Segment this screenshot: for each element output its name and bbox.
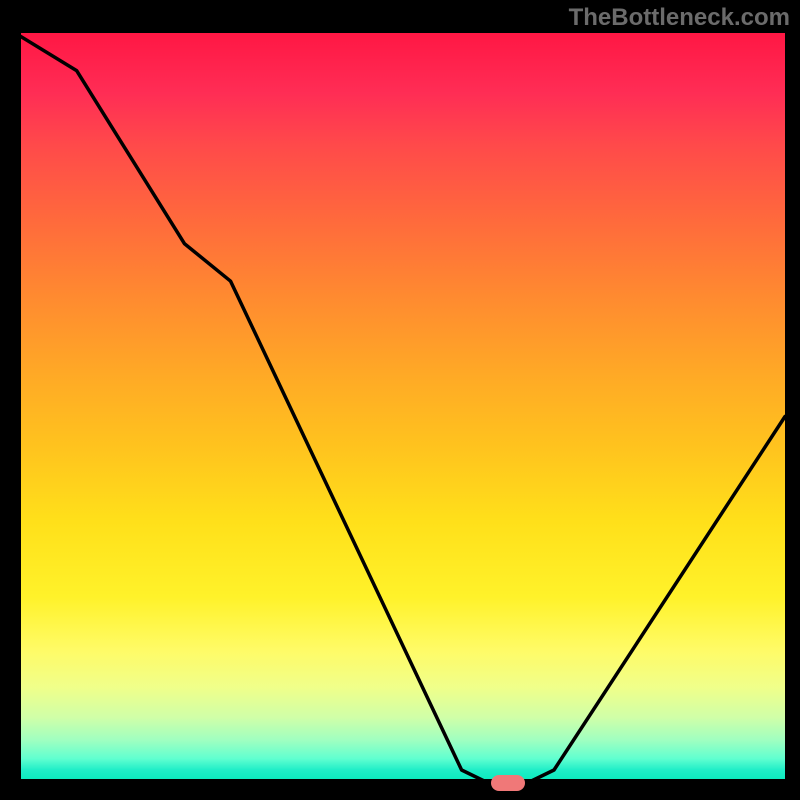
watermark-text: TheBottleneck.com — [569, 4, 790, 32]
optimal-point-marker — [491, 775, 525, 791]
y-axis — [15, 33, 21, 785]
chart-container: TheBottleneck.com — [0, 0, 800, 800]
x-axis — [15, 779, 785, 785]
bottleneck-curve — [15, 33, 785, 785]
